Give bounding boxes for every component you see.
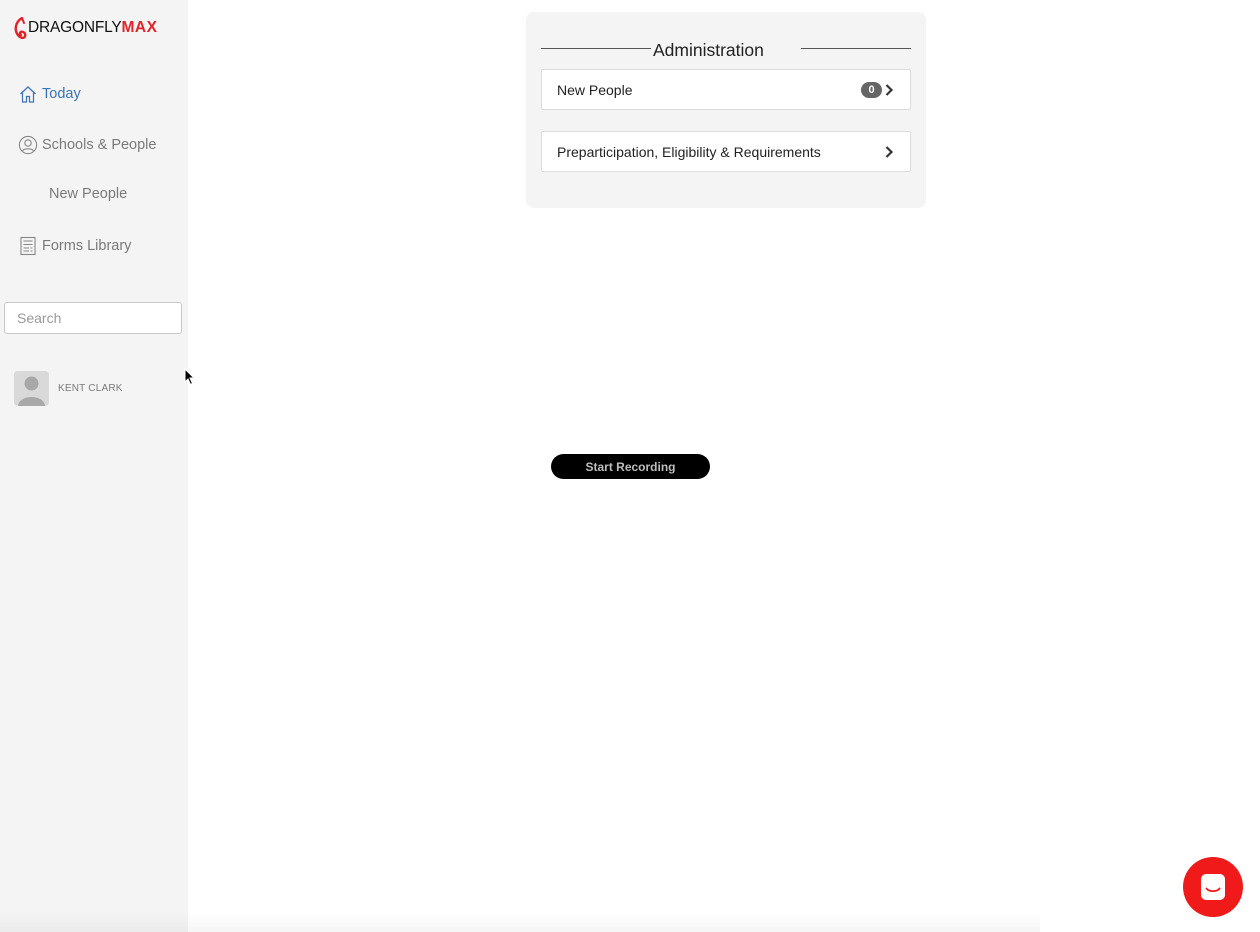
user-name: KENT CLARK [58, 383, 123, 394]
document-icon [18, 236, 38, 256]
dragonfly-logo-icon [14, 17, 27, 39]
sidebar: DRAGONFLY MAX Today Schools & People New… [0, 0, 188, 932]
count-badge: 0 [861, 82, 882, 98]
sidebar-item-label: Forms Library [42, 238, 132, 254]
chat-button[interactable] [1183, 857, 1243, 917]
title-divider-left [541, 48, 651, 49]
user-profile[interactable]: KENT CLARK [14, 371, 123, 406]
panel-title: Administration [653, 40, 764, 60]
chevron-right-icon [885, 146, 894, 158]
sidebar-item-label: New People [49, 186, 128, 202]
sidebar-item-label: Today [42, 86, 81, 102]
brand-logo[interactable]: DRAGONFLY MAX [14, 17, 157, 39]
search-input[interactable] [4, 302, 182, 334]
admin-row-preparticipation[interactable]: Preparticipation, Eligibility & Requirem… [541, 131, 911, 172]
brand-word-dragonfly: DRAGONFLY [28, 19, 122, 36]
mouse-cursor-icon [184, 368, 196, 386]
start-recording-button[interactable]: Start Recording [551, 454, 710, 479]
chevron-right-icon [885, 84, 894, 96]
user-circle-icon [18, 135, 38, 155]
admin-row-label: Preparticipation, Eligibility & Requirem… [557, 143, 821, 160]
avatar-icon [14, 371, 49, 406]
sidebar-item-forms-library[interactable]: Forms Library [18, 236, 131, 256]
home-icon [18, 84, 38, 104]
panel-header: Administration [541, 40, 911, 60]
sidebar-item-label: Schools & People [42, 137, 157, 153]
sidebar-item-schools-people[interactable]: Schools & People [18, 135, 156, 155]
chat-icon [1201, 874, 1225, 900]
admin-row-label: New People [557, 81, 633, 98]
administration-panel: Administration New People 0 Preparticipa… [526, 12, 926, 208]
sidebar-item-today[interactable]: Today [18, 84, 81, 104]
admin-row-new-people[interactable]: New People 0 [541, 69, 911, 110]
brand-word-max: MAX [121, 19, 158, 36]
title-divider-right [801, 48, 911, 49]
sidebar-item-new-people[interactable]: New People [49, 186, 127, 202]
bottom-shadow [0, 912, 1040, 932]
